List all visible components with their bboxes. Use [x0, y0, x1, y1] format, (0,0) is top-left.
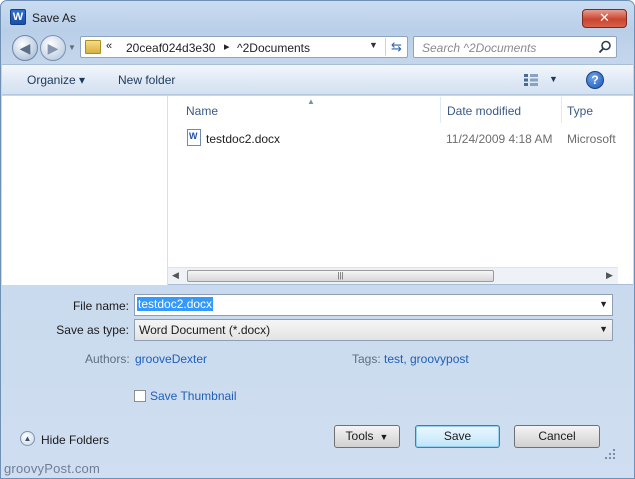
hide-folders-button[interactable]: Hide Folders [41, 433, 109, 447]
close-button[interactable]: ✕ [582, 9, 627, 28]
tools-button[interactable]: Tools ▼ [334, 425, 400, 448]
tools-button-label: Tools [345, 429, 374, 443]
scrollbar-thumb[interactable]: ||| [187, 270, 494, 282]
scroll-left-arrow-icon[interactable]: ◀ [172, 270, 179, 281]
address-history-dropdown-icon[interactable]: ▼ [369, 40, 378, 50]
recent-pages-chevron-icon[interactable]: ▼ [68, 43, 76, 52]
back-button[interactable]: ◀ [12, 35, 38, 61]
new-folder-button[interactable]: New folder [118, 73, 175, 87]
address-separator-chevron-icon[interactable]: ▸ [224, 40, 230, 53]
address-segment-user[interactable]: 20ceaf024d3e30 [126, 41, 215, 55]
organize-button[interactable]: Organize ▾ [27, 73, 85, 87]
file-name-input[interactable]: testdoc2.docx ▼ [134, 294, 613, 316]
help-icon[interactable]: ? [586, 71, 604, 89]
tags-label: Tags: [352, 352, 381, 366]
file-list-item-type: Microsoft [567, 132, 616, 146]
search-input[interactable]: Search ^2Documents [422, 41, 536, 55]
save-button[interactable]: Save [415, 425, 500, 448]
authors-field[interactable]: grooveDexter [135, 352, 207, 366]
file-name-label: File name: [72, 299, 129, 313]
scroll-right-arrow-icon[interactable]: ▶ [606, 270, 613, 281]
search-box[interactable]: Search ^2Documents [413, 36, 617, 58]
refresh-icon[interactable]: ⇆ [385, 38, 407, 56]
watermark: groovyPost.com [4, 461, 101, 476]
forward-button[interactable]: ▶ [40, 35, 66, 61]
file-list-item-name[interactable]: testdoc2.docx [206, 132, 280, 146]
file-name-dropdown-icon[interactable]: ▼ [599, 299, 608, 309]
column-header-type[interactable]: Type [562, 97, 618, 123]
file-list-item-date: 11/24/2009 4:18 AM [446, 132, 553, 146]
save-as-type-label: Save as type: [56, 323, 129, 337]
column-header-date-modified[interactable]: Date modified [442, 97, 562, 123]
resize-grip-icon[interactable] [604, 448, 616, 460]
column-header-name[interactable]: Name [181, 97, 441, 123]
views-dropdown-icon[interactable]: ▼ [549, 74, 558, 84]
address-segment-documents[interactable]: ^2Documents [237, 41, 310, 55]
folder-icon [85, 40, 101, 54]
address-overflow-chevron[interactable]: « [106, 40, 112, 52]
file-list-area [2, 96, 633, 285]
horizontal-scrollbar[interactable]: ◀ ||| ▶ [168, 267, 618, 284]
navigation-pane[interactable] [2, 96, 168, 285]
address-bar[interactable]: « 20ceaf024d3e30 ▸ ^2Documents ▼ ⇆ [80, 36, 408, 58]
views-icon[interactable] [524, 74, 538, 86]
save-as-dialog: W Save As ✕ ◀ ▶ ▼ « 20ceaf024d3e30 ▸ ^2D… [0, 0, 635, 479]
command-bar: Organize ▾ New folder ▼ ? [2, 64, 633, 95]
save-as-type-select[interactable]: Word Document (*.docx) ▼ [134, 319, 613, 341]
word-document-icon: W [187, 129, 201, 146]
tools-dropdown-icon: ▼ [379, 432, 389, 442]
file-name-value[interactable]: testdoc2.docx [137, 297, 214, 311]
word-app-icon: W [10, 9, 26, 25]
save-as-type-dropdown-icon[interactable]: ▼ [599, 324, 608, 334]
word-document-icon-letter: W [189, 131, 198, 141]
hide-folders-chevron-up-icon[interactable]: ▲ [20, 431, 35, 446]
authors-label: Authors: [85, 352, 130, 366]
tags-field[interactable]: test, groovypost [384, 352, 469, 366]
save-thumbnail-checkbox[interactable] [134, 390, 146, 402]
save-as-type-value: Word Document (*.docx) [139, 323, 271, 337]
search-icon[interactable] [598, 40, 612, 54]
save-thumbnail-label[interactable]: Save Thumbnail [150, 389, 237, 403]
window-title: Save As [32, 11, 77, 25]
cancel-button[interactable]: Cancel [514, 425, 600, 448]
